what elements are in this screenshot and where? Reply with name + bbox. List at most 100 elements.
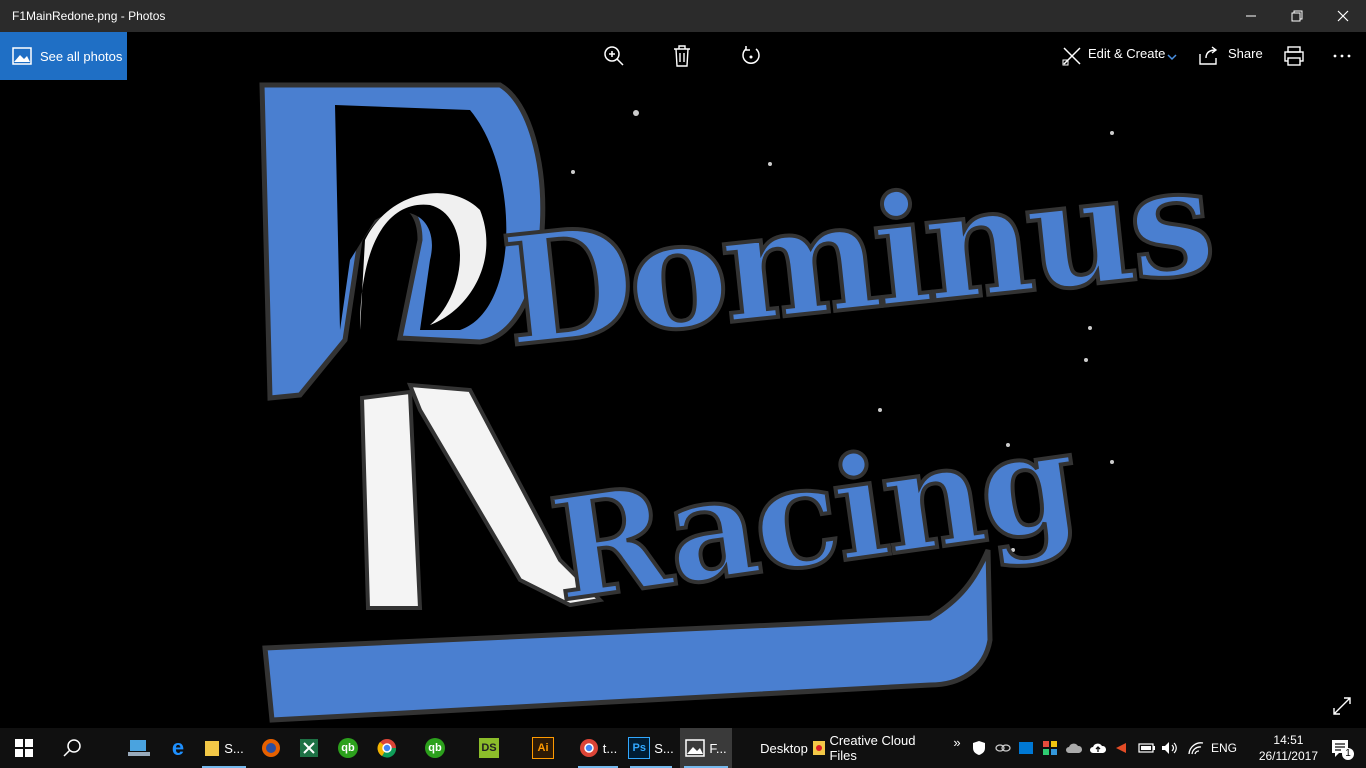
taskbar: e S... qb qb DS Ai t... Ps S... F... Des… <box>0 728 1366 768</box>
folder-icon <box>205 741 220 756</box>
edit-create-button[interactable]: Edit & Create <box>1088 46 1165 61</box>
file-explorer-label: S... <box>224 740 244 756</box>
cc-files-icon <box>813 741 825 755</box>
app-grid-icon <box>1043 741 1057 755</box>
shield-icon <box>973 741 985 755</box>
share-button[interactable]: Share <box>1228 46 1263 61</box>
minimize-icon <box>1246 15 1256 17</box>
clock[interactable]: 14:51 26/11/2017 <box>1259 732 1318 764</box>
taskbar-this-pc[interactable] <box>120 728 158 768</box>
delete-button[interactable] <box>666 40 698 72</box>
desktop-label: Desktop <box>760 740 808 756</box>
spreadsheet-icon <box>300 739 318 757</box>
photos-icon <box>12 47 32 65</box>
clock-time: 14:51 <box>1273 733 1304 747</box>
window-title: F1MainRedone.png - Photos <box>12 9 166 23</box>
taskbar-ds-app[interactable]: DS <box>468 728 510 768</box>
close-icon <box>1337 10 1349 22</box>
start-button[interactable] <box>0 728 48 768</box>
tray-onedrive-upload[interactable] <box>1087 728 1109 768</box>
desktop-toolbar[interactable]: Desktop <box>756 728 808 768</box>
cloud-upload-icon <box>1090 743 1107 753</box>
chrome-icon <box>377 739 397 758</box>
taskbar-chrome-window[interactable]: t... <box>574 728 622 768</box>
cloud-icon <box>1066 743 1083 753</box>
zoom-in-icon <box>604 46 624 66</box>
tray-link[interactable] <box>992 728 1014 768</box>
computer-icon <box>128 740 150 756</box>
ds-app-icon: DS <box>479 738 499 758</box>
search-button[interactable] <box>48 728 96 768</box>
volume-icon <box>1162 742 1177 754</box>
share-icon-wrap[interactable] <box>1193 40 1225 72</box>
quickbooks-icon: qb <box>338 738 358 758</box>
title-bar: F1MainRedone.png - Photos <box>0 0 1366 32</box>
taskbar-chrome-pinned[interactable] <box>368 728 406 768</box>
see-all-photos-label: See all photos <box>40 48 123 64</box>
language-label: ENG <box>1210 741 1237 755</box>
creative-cloud-files-link[interactable]: Creative Cloud Files <box>812 728 942 768</box>
trash-icon <box>674 45 690 67</box>
toolbar-overflow-button[interactable]: » <box>948 722 966 762</box>
taskbar-quickbooks-2[interactable]: qb <box>414 728 456 768</box>
search-icon <box>63 739 81 757</box>
tray-battery[interactable] <box>1136 728 1158 768</box>
tray-creative-cloud[interactable] <box>1110 728 1132 768</box>
illustrator-icon: Ai <box>532 737 554 759</box>
photo-image: Dominus Racing <box>250 80 1219 728</box>
link-icon <box>995 744 1011 752</box>
taskbar-firefox[interactable] <box>253 728 289 768</box>
action-center-button[interactable]: 1 <box>1320 728 1360 768</box>
chevron-down-icon[interactable] <box>1167 53 1177 61</box>
outlook-icon <box>1019 742 1033 754</box>
photo-viewer[interactable]: Dominus Racing <box>0 80 1366 728</box>
more-options-button[interactable] <box>1326 40 1358 72</box>
clock-date: 26/11/2017 <box>1258 749 1318 763</box>
fullscreen-button[interactable] <box>1328 692 1356 720</box>
tray-app-grid[interactable] <box>1039 728 1061 768</box>
print-button[interactable] <box>1278 40 1310 72</box>
chrome-window-label: t... <box>602 740 618 756</box>
firefox-icon <box>262 739 280 757</box>
tray-volume[interactable] <box>1159 728 1181 768</box>
edit-create-icon-wrap[interactable] <box>1056 40 1088 72</box>
input-language-button[interactable]: ENG <box>1208 728 1240 768</box>
see-all-photos-button[interactable]: See all photos <box>0 32 127 80</box>
edit-create-icon <box>1062 47 1081 66</box>
taskbar-photoshop[interactable]: Ps S... <box>626 728 676 768</box>
photos-app-icon <box>685 739 706 757</box>
share-icon <box>1199 46 1218 65</box>
restore-button[interactable] <box>1274 0 1320 32</box>
notification-count-badge: 1 <box>1342 748 1354 760</box>
photos-toolbar: See all photos Edit & Create Share <box>0 32 1366 80</box>
taskbar-photos[interactable]: F... <box>680 728 732 768</box>
tray-cloud[interactable] <box>1063 728 1085 768</box>
battery-icon <box>1138 743 1155 753</box>
tray-defender[interactable] <box>968 728 990 768</box>
taskbar-edge[interactable]: e <box>160 728 196 768</box>
taskbar-file-explorer[interactable]: S... <box>198 728 250 768</box>
tray-network[interactable] <box>1185 728 1207 768</box>
photoshop-label: S... <box>654 740 674 756</box>
photos-label: F... <box>709 740 727 756</box>
taskbar-quickbooks-1[interactable]: qb <box>330 728 366 768</box>
windows-icon <box>15 739 33 757</box>
creative-cloud-label: Creative Cloud Files <box>829 733 916 763</box>
chrome-window-icon <box>579 739 598 757</box>
more-icon <box>1333 54 1351 58</box>
print-icon <box>1284 46 1304 66</box>
rotate-icon <box>742 46 760 64</box>
taskbar-illustrator[interactable]: Ai <box>522 728 564 768</box>
expand-icon <box>1333 697 1351 715</box>
creative-cloud-icon <box>1116 743 1126 753</box>
minimize-button[interactable] <box>1228 0 1274 32</box>
close-button[interactable] <box>1320 0 1366 32</box>
restore-icon <box>1291 10 1303 22</box>
edge-icon: e <box>171 735 185 760</box>
photoshop-icon: Ps <box>628 737 651 759</box>
rotate-button[interactable] <box>735 40 767 72</box>
tray-outlook[interactable] <box>1015 728 1037 768</box>
zoom-button[interactable] <box>598 40 630 72</box>
taskbar-excel[interactable] <box>291 728 327 768</box>
double-chevron-icon: » <box>953 734 961 750</box>
